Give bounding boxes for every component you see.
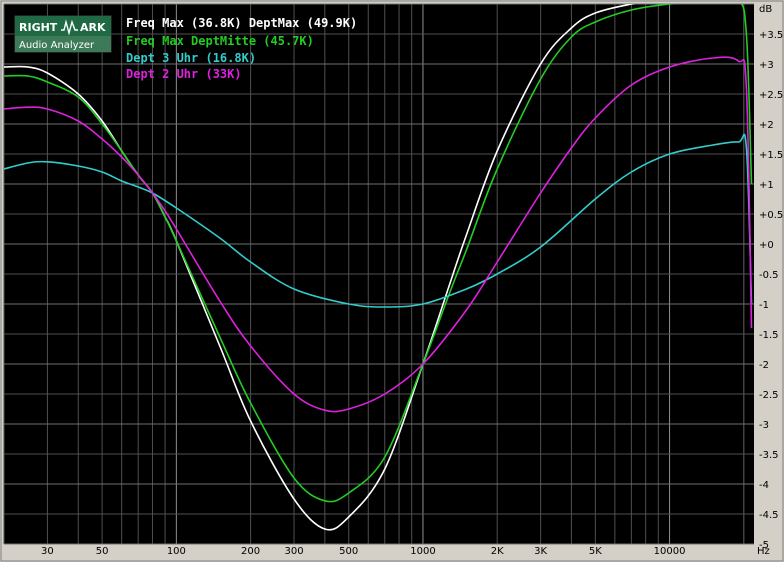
legend-entry-4: Dept 2 Uhr (33K) bbox=[126, 67, 242, 81]
y-tick-label: -1 bbox=[759, 300, 769, 311]
y-tick-label: +3.5 bbox=[759, 30, 783, 41]
x-tick-label: 50 bbox=[96, 546, 109, 557]
x-tick-label: 30 bbox=[41, 546, 54, 557]
legend-entry-3: Dept 3 Uhr (16.8K) bbox=[126, 51, 256, 65]
x-tick-label: 300 bbox=[284, 546, 303, 557]
y-tick-label: +3 bbox=[759, 60, 774, 71]
logo-text-ark: ARK bbox=[80, 21, 106, 34]
y-axis-unit: dB bbox=[759, 4, 772, 15]
frequency-response-chart: +3.5 +3 +2.5 +2 +1.5 +1 +0.5 +0 -0.5 -1 -1.5 -2 -2.5… bbox=[0, 0, 784, 562]
x-tick-label: 500 bbox=[339, 546, 358, 557]
x-tick-label: 100 bbox=[167, 546, 186, 557]
y-tick-label: -2 bbox=[759, 360, 769, 371]
y-tick-label: +2 bbox=[759, 120, 774, 131]
y-tick-label: +1 bbox=[759, 180, 774, 191]
y-tick-label: -4.5 bbox=[759, 510, 779, 521]
y-tick-label: -3.5 bbox=[759, 450, 779, 461]
rightmark-logo: RIGHT ARK Audio Analyzer bbox=[14, 15, 112, 53]
legend-entry-1: Freq Max (36.8K) DeptMax (49.9K) bbox=[126, 16, 357, 30]
y-tick-label: +1.5 bbox=[759, 150, 783, 161]
y-tick-label: +2.5 bbox=[759, 90, 783, 101]
x-tick-label: 5K bbox=[589, 546, 602, 557]
x-tick-label: 2K bbox=[491, 546, 504, 557]
legend-entry-2: Freq Max DeptMitte (45.7K) bbox=[126, 34, 314, 48]
logo-text-audio-analyzer: Audio Analyzer bbox=[19, 40, 95, 51]
y-tick-label: -3 bbox=[759, 420, 769, 431]
x-tick-label: 3K bbox=[534, 546, 547, 557]
y-tick-label: -4 bbox=[759, 480, 769, 491]
y-tick-label: +0 bbox=[759, 240, 774, 251]
y-tick-label: -1.5 bbox=[759, 330, 779, 341]
x-tick-label: 10000 bbox=[654, 546, 686, 557]
x-axis-unit: Hz bbox=[757, 546, 770, 557]
x-tick-label: 200 bbox=[241, 546, 260, 557]
logo-text-right: RIGHT bbox=[19, 21, 58, 34]
y-tick-label: -0.5 bbox=[759, 270, 779, 281]
x-tick-label: 1000 bbox=[410, 546, 435, 557]
y-tick-label: +0.5 bbox=[759, 210, 783, 221]
y-tick-label: -2.5 bbox=[759, 390, 779, 401]
